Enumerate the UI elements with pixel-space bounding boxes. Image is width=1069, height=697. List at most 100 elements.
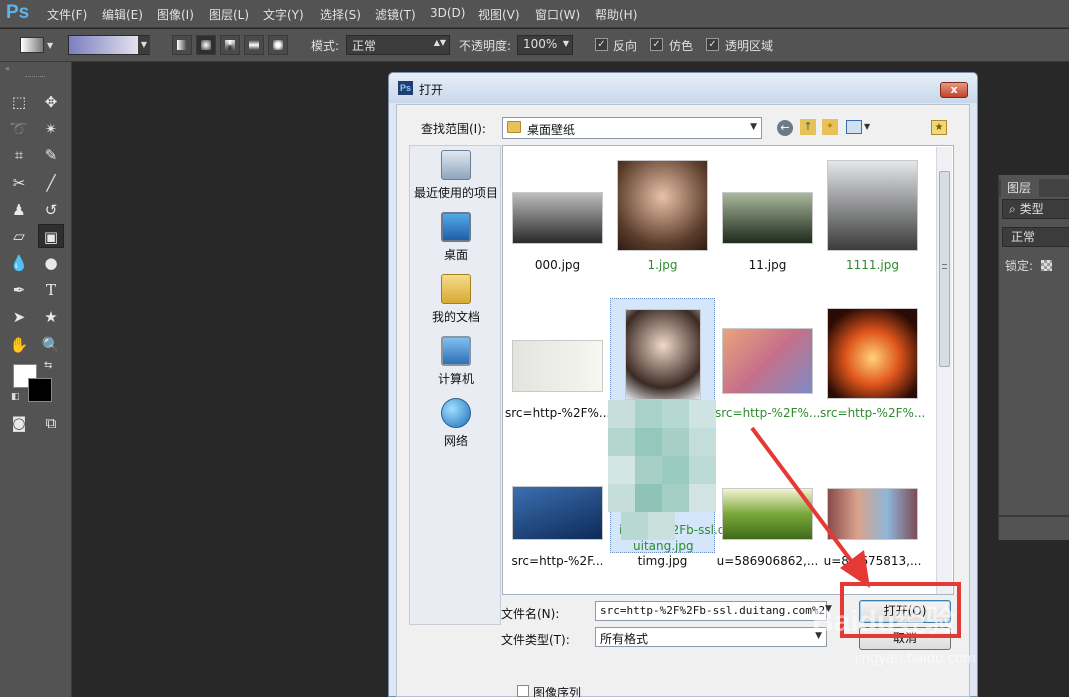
menu-window[interactable]: 窗口(W) (535, 6, 580, 23)
menu-edit[interactable]: 编辑(E) (102, 6, 143, 23)
up-folder-icon[interactable]: ↑ (800, 119, 816, 135)
close-button[interactable]: x (940, 82, 968, 98)
chevron-down-icon[interactable]: ▼ (864, 122, 870, 131)
mode-select[interactable]: 正常 ▲▼ (346, 35, 450, 55)
pen-tool-icon[interactable]: ✒ (6, 278, 32, 302)
blend-mode-select[interactable]: 正常 (1002, 227, 1069, 247)
menu-select[interactable]: 选择(S) (320, 6, 361, 23)
linear-gradient-button[interactable] (172, 35, 192, 55)
reverse-checkbox[interactable]: ✓ (595, 38, 608, 51)
gradient-dropdown-icon[interactable]: ▼ (138, 36, 150, 54)
eraser-tool-icon[interactable]: ▱ (6, 224, 32, 248)
menu-view[interactable]: 视图(V) (478, 6, 520, 23)
new-folder-icon[interactable]: ✦ (822, 119, 838, 135)
clone-stamp-icon[interactable]: ♟ (6, 198, 32, 222)
menu-bar: Ps 文件(F) 编辑(E) 图像(I) 图层(L) 文字(Y) 选择(S) 滤… (0, 0, 1069, 28)
file-item[interactable]: 1.jpg (610, 150, 715, 290)
menu-3d[interactable]: 3D(D) (430, 6, 465, 20)
menu-layer[interactable]: 图层(L) (209, 6, 249, 23)
filename-input[interactable]: src=http-%2F%2Fb-ssl.duitang.com%2Fup (595, 601, 827, 621)
eyedropper-icon[interactable]: ✎ (38, 143, 64, 167)
file-name: timg.jpg (637, 554, 688, 568)
dialog-titlebar[interactable]: Ps 打开 x (389, 73, 977, 103)
image-sequence-checkbox[interactable] (517, 685, 529, 697)
move-tool-icon[interactable]: ✥ (38, 90, 64, 114)
selected-file-name-part: uitang.jpg (633, 539, 694, 553)
menu-help[interactable]: 帮助(H) (595, 6, 637, 23)
place-network[interactable]: 网络 (410, 398, 502, 449)
dither-checkbox[interactable]: ✓ (650, 38, 663, 51)
crop-tool-icon[interactable]: ⌗ (6, 143, 32, 167)
place-label: 最近使用的项目 (413, 186, 498, 200)
mode-label: 模式: (311, 39, 340, 53)
file-item[interactable]: 11.jpg (715, 150, 820, 290)
file-name: src=http-%2F%... (505, 406, 610, 420)
swap-colors-icon[interactable]: ⇆ (44, 360, 52, 371)
network-icon (441, 398, 471, 428)
default-colors-icon[interactable]: ◧ (11, 392, 20, 402)
background-color-swatch[interactable] (28, 378, 52, 402)
healing-brush-icon[interactable]: ✂ (6, 171, 32, 195)
filename-label: 文件名(N): (501, 607, 560, 621)
lasso-tool-icon[interactable]: ➰ (6, 117, 32, 141)
panel-divider (999, 515, 1069, 517)
shape-tool-icon[interactable]: ★ (38, 305, 64, 329)
history-brush-icon[interactable]: ↺ (38, 198, 64, 222)
places-bar: 最近使用的项目 桌面 我的文档 计算机 网络 (409, 145, 501, 625)
gradient-tool-icon[interactable] (20, 37, 44, 53)
tab-layers[interactable]: 图层 (1001, 179, 1039, 197)
file-item[interactable]: src=http-%2F%... (820, 298, 925, 438)
quick-mask-icon[interactable]: ◙ (6, 411, 32, 435)
diamond-gradient-button[interactable] (268, 35, 288, 55)
lock-transparency-icon[interactable] (1041, 260, 1052, 271)
bookmark-folder-icon[interactable]: ★ (931, 120, 947, 135)
look-in-select[interactable]: 桌面壁纸 ▼ (502, 117, 762, 139)
gradient-tool-active-icon[interactable]: ▣ (38, 224, 64, 248)
file-item[interactable]: src=http-%2F%... (715, 298, 820, 438)
file-item[interactable]: 1111.jpg (820, 150, 925, 290)
type-tool-icon[interactable]: T (38, 278, 64, 302)
place-documents[interactable]: 我的文档 (410, 274, 502, 325)
collapse-icon[interactable]: « (5, 64, 10, 73)
vertical-scrollbar[interactable] (936, 147, 952, 594)
marquee-tool-icon[interactable]: ⬚ (6, 90, 32, 114)
filetype-value: 所有格式 (600, 632, 649, 646)
menu-file[interactable]: 文件(F) (47, 6, 87, 23)
opacity-value: 100% (523, 37, 558, 51)
place-recent[interactable]: 最近使用的项目 (410, 150, 502, 201)
reflected-gradient-button[interactable] (244, 35, 264, 55)
menu-type[interactable]: 文字(Y) (263, 6, 304, 23)
screen-mode-icon[interactable]: ⧉ (38, 411, 64, 435)
file-name: 000.jpg (534, 258, 581, 272)
file-item[interactable]: 000.jpg (505, 150, 610, 290)
opacity-input[interactable]: 100% ▼ (517, 35, 573, 55)
grip-handle[interactable] (25, 76, 45, 78)
file-name: src=http-%2F%... (715, 406, 820, 420)
angle-gradient-button[interactable] (220, 35, 240, 55)
back-icon[interactable]: ← (777, 120, 793, 136)
file-item[interactable]: src=http-%2F%... (505, 298, 610, 438)
radial-gradient-button[interactable] (196, 35, 216, 55)
transparency-checkbox[interactable]: ✓ (706, 38, 719, 51)
brush-tool-icon[interactable]: ╱ (38, 171, 64, 195)
filetype-select[interactable]: 所有格式 ▼ (595, 627, 827, 647)
zoom-tool-icon[interactable]: 🔍 (38, 333, 64, 357)
place-computer[interactable]: 计算机 (410, 336, 502, 387)
place-desktop[interactable]: 桌面 (410, 212, 502, 263)
filetype-label: 文件类型(T): (501, 633, 570, 647)
file-item[interactable]: src=http-%2F... (505, 446, 610, 586)
transparency-label: 透明区域 (725, 39, 774, 53)
scrollbar-thumb[interactable] (939, 171, 950, 367)
path-select-icon[interactable]: ➤ (6, 305, 32, 329)
magic-wand-icon[interactable]: ✴ (38, 117, 64, 141)
menu-image[interactable]: 图像(I) (157, 6, 194, 23)
hand-tool-icon[interactable]: ✋ (6, 333, 32, 357)
blur-tool-icon[interactable]: 💧 (6, 251, 32, 275)
chevron-down-icon[interactable]: ▼ (47, 41, 53, 50)
computer-icon (441, 336, 471, 366)
menu-filter[interactable]: 滤镜(T) (375, 6, 416, 23)
dodge-tool-icon[interactable]: ● (38, 251, 64, 275)
layer-filter-select[interactable]: ⌕ 类型 (1002, 199, 1069, 219)
place-label: 桌面 (443, 248, 468, 262)
view-menu-icon[interactable] (846, 120, 862, 134)
